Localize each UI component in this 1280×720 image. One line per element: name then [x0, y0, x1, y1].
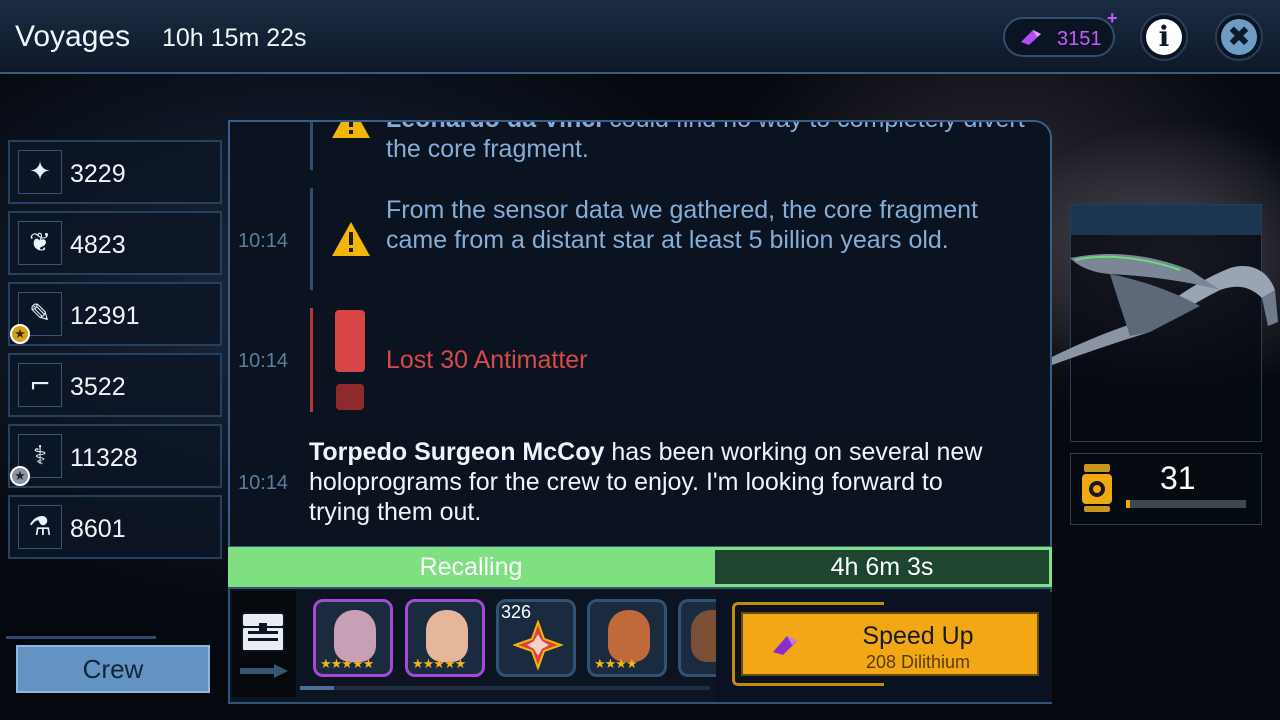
log-timeline-alert — [310, 308, 313, 412]
crew-stars: ★★★★ — [594, 656, 638, 671]
log-timeline — [310, 122, 313, 170]
crew-button[interactable]: Crew — [16, 645, 210, 693]
antimatter-value: 31 — [1160, 460, 1196, 496]
skill-diplomacy: ❦ 4823 — [8, 211, 222, 275]
log-crew-name: Leonardo da Vinci — [386, 122, 602, 133]
crew-portrait-1[interactable]: ★★★★★ — [313, 599, 393, 677]
speed-up-label: Speed Up — [862, 622, 974, 650]
recall-timer: 4h 6m 3s — [712, 547, 1052, 587]
crew-scrollbar-thumb[interactable] — [300, 686, 334, 690]
recall-status: Recalling — [228, 547, 714, 587]
crew-portrait-2[interactable]: ★★★★★ — [405, 599, 485, 677]
top-bar: Voyages 10h 15m 22s 3151 + i ✖ — [0, 0, 1280, 74]
alert-icon-dot — [336, 384, 364, 410]
log-crew-name: Torpedo Surgeon McCoy — [309, 438, 605, 466]
crew-face — [334, 610, 376, 662]
skill-command: ✦ 3229 — [8, 140, 222, 204]
warning-icon — [332, 222, 370, 256]
crew-stars: ★★★★★ — [320, 656, 374, 671]
security-icon: ⌐ — [18, 363, 62, 407]
log-timeline — [310, 188, 313, 290]
antimatter-icon — [1082, 464, 1112, 512]
skill-engineering: ✎ 12391 ★ — [8, 282, 222, 346]
chest-icon — [241, 612, 285, 652]
crew-face — [426, 610, 468, 662]
star-emblem-icon — [513, 620, 563, 670]
info-button[interactable]: i — [1140, 13, 1188, 61]
info-icon: i — [1146, 19, 1182, 55]
crew-face — [691, 610, 718, 662]
log-entry-text: Torpedo Surgeon McCoy has been working o… — [309, 437, 1009, 527]
science-icon: ⚗ — [18, 505, 62, 549]
skill-medicine: ⚕ 11328 ★ — [8, 424, 222, 488]
dilithium-icon — [773, 636, 797, 655]
skill-value: 4823 — [70, 231, 126, 259]
voyage-timer: 10h 15m 22s — [162, 24, 307, 52]
speed-up-cost: 208 Dilithium — [865, 652, 971, 672]
crew-portrait-5[interactable] — [678, 599, 718, 677]
log-timestamp: 10:14 — [238, 350, 289, 372]
page-title: Voyages — [15, 20, 131, 53]
secondary-skill-star-icon: ★ — [10, 466, 30, 486]
close-button[interactable]: ✖ — [1215, 13, 1263, 61]
skill-value: 8601 — [70, 515, 126, 543]
add-dilithium-icon[interactable]: + — [1107, 8, 1118, 29]
warning-icon — [332, 122, 370, 138]
skill-value: 12391 — [70, 302, 140, 330]
antimatter-bar-fill — [1126, 500, 1130, 508]
log-timestamp: 10:14 — [238, 472, 289, 494]
log-entry-text: Lost 30 Antimatter — [386, 346, 588, 374]
arrow-right-icon — [240, 664, 288, 678]
dilithium-amount: 3151 — [1057, 28, 1102, 50]
dilithium-icon — [1021, 30, 1041, 45]
skill-value: 3229 — [70, 160, 126, 188]
log-entry-text: Leonardo da Vinci could find no way to c… — [386, 122, 1026, 164]
command-icon: ✦ — [18, 150, 62, 194]
antimatter-bar — [1126, 500, 1246, 508]
close-icon: ✖ — [1221, 19, 1257, 55]
voyage-log[interactable]: Leonardo da Vinci could find no way to c… — [228, 120, 1052, 548]
skill-value: 11328 — [70, 444, 138, 472]
log-timestamp: 10:14 — [238, 230, 289, 252]
diplomacy-icon: ❦ — [18, 221, 62, 265]
crew-portrait-4[interactable]: ★★★★ — [587, 599, 667, 677]
crew-face — [608, 610, 650, 662]
skill-science: ⚗ 8601 — [8, 495, 222, 559]
dilithium-counter[interactable]: 3151 — [1003, 17, 1115, 57]
crew-portrait-3[interactable]: 326 — [496, 599, 576, 677]
log-entry-text: From the sensor data we gathered, the co… — [386, 196, 978, 254]
alert-icon — [335, 310, 365, 372]
primary-skill-star-icon: ★ — [10, 324, 30, 344]
skill-security: ⌐ 3522 — [8, 353, 222, 417]
speed-up-button[interactable]: Speed Up 208 Dilithium — [741, 612, 1039, 676]
crew-scrollbar[interactable] — [300, 686, 710, 690]
rewards-chest-button[interactable] — [232, 591, 296, 697]
crew-stars: ★★★★★ — [412, 656, 466, 671]
skill-value: 3522 — [70, 373, 126, 401]
ship-panel-header — [1071, 205, 1261, 235]
